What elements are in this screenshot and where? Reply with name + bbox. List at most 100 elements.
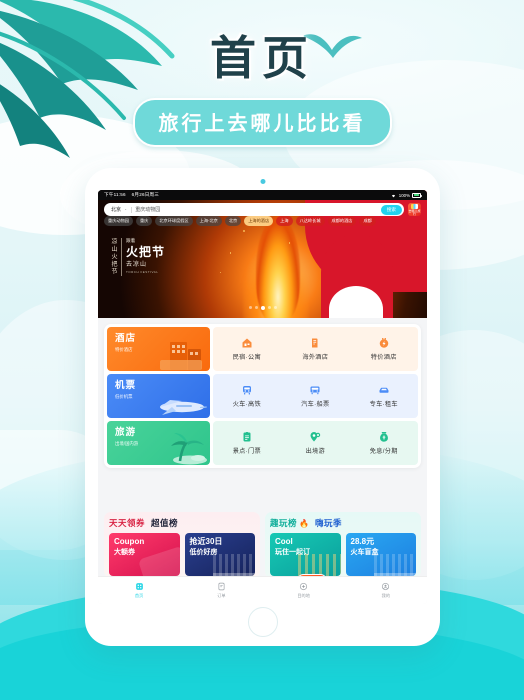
service-cell-label: 出境游 (305, 448, 326, 455)
service-cell-installment[interactable]: 免息/分期 (350, 421, 418, 465)
promo-headings: 趣玩榜 🔥 嗨玩季 (270, 517, 416, 529)
city-skyline-art (212, 554, 255, 576)
carousel-dot[interactable] (267, 306, 271, 309)
promo-cards: Coupon 大额券 抢近30日 低价好房 (109, 533, 255, 576)
promo-section: 天天领券 超值榜 Coupon 大额券 抢近30日 低价好房 趣玩榜 🔥 嗨玩季… (104, 512, 421, 578)
chip[interactable]: 成都的酒店 (327, 216, 357, 227)
service-row-flight: 机票 低价机票 火车·高铁 汽车·船票 专车·租车 (107, 374, 418, 418)
battery-percent: 100% (398, 192, 410, 198)
carousel-dot-active[interactable] (260, 306, 265, 310)
banner-english: TORCH FESTIVAL (126, 269, 159, 274)
app-shortcut-label: 去哪儿旅行 (408, 208, 421, 216)
chip[interactable]: 上海-北京 (195, 216, 222, 227)
status-bar-time-date: 下午11:56 6月26日周三 (104, 192, 159, 198)
wifi-icon (391, 194, 395, 197)
service-tile-hotel[interactable]: 酒店 特价酒店 (107, 327, 210, 371)
car-icon (379, 387, 389, 393)
poster-headline: 首页 旅行上去哪儿比比看 (0, 32, 524, 148)
bottom-nav-item-profile[interactable]: 我的 (345, 582, 427, 599)
search-button[interactable]: 搜索 (380, 204, 402, 215)
service-cell-label: 火车·高铁 (232, 401, 261, 408)
profile-icon (382, 582, 390, 591)
bottom-nav-item-home[interactable]: 首页 (98, 582, 180, 599)
service-cell-attractions[interactable]: 景点·门票 (213, 421, 281, 465)
promo-mini-hotel-deal[interactable]: 抢近30日 低价好房 (184, 533, 255, 576)
order-icon (218, 582, 225, 591)
carousel-dot[interactable] (273, 306, 277, 309)
chip[interactable]: 北京环球度假区 (155, 216, 193, 227)
spark (242, 230, 245, 232)
service-tile-travel[interactable]: 旅游 出境/国内游 (107, 421, 210, 465)
chip[interactable]: 八达岭长城 (295, 216, 325, 227)
promo-heading: 超值榜 (151, 518, 179, 528)
status-bar: 下午11:56 6月26日周三 100% (98, 190, 427, 200)
service-cell-overseas-hotel[interactable]: 海外酒店 (281, 327, 349, 371)
flame-icon (255, 216, 300, 318)
service-cell-label: 免息/分期 (369, 448, 398, 455)
service-cell-deal-hotel[interactable]: 特价酒店 (350, 327, 418, 371)
tablet-screen: 下午11:56 6月26日周三 100% 北京 · 重庆动物园 搜索 去哪儿旅行… (98, 190, 427, 604)
service-cell-label: 景点·门票 (232, 448, 261, 455)
search-city[interactable]: 北京 (111, 206, 121, 213)
search-separator: · (125, 206, 127, 213)
carousel-dot[interactable] (254, 306, 258, 309)
service-row-travel: 旅游 出境/国内游 景点·门票 出境游 免息/分期 (107, 421, 418, 465)
service-row-hotel: 酒店 特价酒店 民宿·公寓 海外酒店 特价酒店 (107, 327, 418, 371)
train-icon (242, 386, 251, 395)
bottom-nav-item-orders[interactable]: 订单 (180, 582, 262, 599)
search-input[interactable]: 北京 · 重庆动物园 搜索 (104, 203, 404, 216)
home-icon (135, 583, 143, 590)
bottom-nav-item-destination[interactable]: 目的地 (263, 582, 345, 599)
promo-mini-coupon[interactable]: Coupon 大额券 (109, 533, 180, 576)
service-grid-card: 酒店 特价酒店 民宿·公寓 海外酒店 特价酒店 机票 低价机票 火车·高铁 汽车… (104, 324, 421, 468)
promo-mini-blindbox[interactable]: 28.8元 火车盲盒 (345, 533, 416, 576)
service-cell-bus-boat[interactable]: 汽车·船票 (281, 374, 349, 418)
globe-pin-icon (310, 432, 321, 442)
chip[interactable]: 上海 (276, 216, 293, 227)
bottom-nav-label: 订单 (217, 593, 226, 598)
carousel-dots[interactable] (248, 306, 277, 310)
bottom-navigation: 首页 订单 目的地 我的 (98, 576, 427, 604)
camera-dot-icon (260, 179, 265, 184)
overseas-building-icon (312, 338, 318, 348)
destination-pin-icon (300, 582, 308, 591)
home-button[interactable] (247, 607, 278, 637)
house-icon (242, 338, 252, 348)
bottom-nav-label: 首页 (134, 593, 144, 598)
status-bar-indicators: 100% (390, 192, 422, 198)
banner-vertical-text: 凉山火把节 (109, 238, 122, 276)
app-shortcut-icon[interactable]: 去哪儿旅行 (408, 203, 421, 216)
search-divider (130, 206, 132, 213)
service-tile-flight[interactable]: 机票 低价机票 (107, 374, 210, 418)
promo-cards: Cool 玩住一起订 28.8元 火车盲盒 (270, 533, 416, 576)
service-cell-homestay[interactable]: 民宿·公寓 (213, 327, 281, 371)
tablet-device-frame: 下午11:56 6月26日周三 100% 北京 · 重庆动物园 搜索 去哪儿旅行… (85, 168, 440, 646)
spark (229, 252, 232, 254)
poster-subtitle: 旅行上去哪儿比比看 (132, 98, 392, 148)
chip[interactable]: 成都 (359, 216, 376, 227)
promo-mini-line1: 28.8元 (350, 537, 375, 546)
spark (219, 272, 222, 274)
service-subcells-hotel: 民宿·公寓 海外酒店 特价酒店 (212, 327, 418, 371)
promo-card-fun[interactable]: 趣玩榜 🔥 嗨玩季 Cool 玩住一起订 28.8元 火车盲盒 (265, 512, 421, 578)
chip[interactable]: 北京 (224, 216, 242, 227)
chip[interactable]: 重庆 (135, 216, 153, 227)
service-cell-car[interactable]: 专车·租车 (350, 374, 418, 418)
chip[interactable]: 重庆动物园 (104, 216, 133, 227)
promo-heading: 嗨玩季 (314, 518, 342, 528)
carousel-dot[interactable] (248, 306, 252, 309)
service-subcells-flight: 火车·高铁 汽车·船票 专车·租车 (212, 374, 418, 418)
chip[interactable]: 上海的酒店 (244, 216, 274, 227)
promo-mini-cool[interactable]: Cool 玩住一起订 (270, 533, 341, 576)
banner-line2: 去凉山 (126, 262, 148, 268)
bottom-nav-label: 目的地 (297, 593, 310, 598)
service-cell-train[interactable]: 火车·高铁 (213, 374, 281, 418)
bottom-nav-label: 我的 (381, 593, 391, 598)
service-cell-label: 汽车·船票 (301, 401, 330, 408)
search-query[interactable]: 重庆动物园 (135, 206, 377, 213)
service-cell-outbound[interactable]: 出境游 (281, 421, 349, 465)
banner-headline: 火把节 (126, 244, 166, 259)
page-title: 首页 (210, 32, 314, 84)
city-skyline-art (373, 554, 416, 576)
promo-card-coupons[interactable]: 天天领券 超值榜 Coupon 大额券 抢近30日 低价好房 (104, 512, 260, 578)
